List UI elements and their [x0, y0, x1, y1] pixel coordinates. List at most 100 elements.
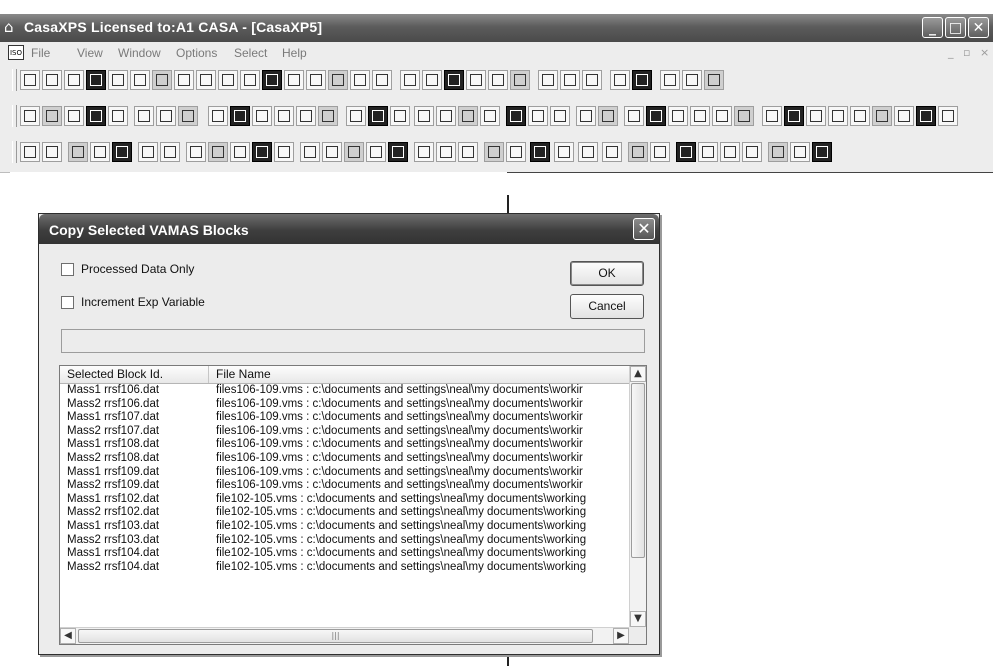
- list-item[interactable]: Mass2 rrsf102.dat file102-105.vms : c:\do…: [60, 506, 630, 520]
- column-header-file-name[interactable]: File Name: [209, 366, 630, 383]
- toolbar-button-icon[interactable]: [768, 142, 788, 162]
- list-item[interactable]: Mass2 rrsf108.dat files106-109.vms : c:\d…: [60, 452, 630, 466]
- dialog-close-button[interactable]: ✕: [633, 218, 655, 240]
- horizontal-scroll-thumb[interactable]: |||: [78, 629, 593, 643]
- toolbar-button-icon[interactable]: [90, 142, 110, 162]
- open-folder-icon[interactable]: [64, 70, 84, 90]
- toolbar-button-icon[interactable]: [530, 142, 550, 162]
- toolbar-button-icon[interactable]: [602, 142, 622, 162]
- toolbar-icon[interactable]: [444, 70, 464, 90]
- toolbar-button-icon[interactable]: [698, 142, 718, 162]
- toolbar-button-icon[interactable]: [42, 142, 62, 162]
- toolbar-button-icon[interactable]: [68, 142, 88, 162]
- cancel-button[interactable]: Cancel: [570, 294, 644, 319]
- open-folder-icon[interactable]: [42, 70, 62, 90]
- toolbar-button-icon[interactable]: [156, 106, 176, 126]
- list-item[interactable]: Mass2 rrsf109.dat files106-109.vms : c:\d…: [60, 479, 630, 493]
- toolbar-icon[interactable]: [582, 70, 602, 90]
- toolbar-button-icon[interactable]: [296, 106, 316, 126]
- toolbar-button-icon[interactable]: [252, 142, 272, 162]
- toolbar-button-icon[interactable]: [506, 106, 526, 126]
- toolbar-button-icon[interactable]: [742, 142, 762, 162]
- toolbar-button-icon[interactable]: [390, 106, 410, 126]
- toolbar-button-icon[interactable]: [650, 142, 670, 162]
- toolbar-button-icon[interactable]: [42, 106, 62, 126]
- list-item[interactable]: Mass1 rrsf108.dat files106-109.vms : c:\d…: [60, 438, 630, 452]
- toolbar-icon[interactable]: [240, 70, 260, 90]
- menu-select[interactable]: Select: [234, 46, 267, 60]
- toolbar-button-icon[interactable]: [178, 106, 198, 126]
- paste-icon[interactable]: [196, 70, 216, 90]
- toolbar-button-icon[interactable]: [598, 106, 618, 126]
- toolbar-grip[interactable]: [12, 105, 17, 127]
- toolbar-button-icon[interactable]: [646, 106, 666, 126]
- toolbar-button-icon[interactable]: [668, 106, 688, 126]
- dialog-title-bar[interactable]: Copy Selected VAMAS Blocks ✕: [39, 214, 659, 244]
- list-item[interactable]: Mass1 rrsf103.dat file102-105.vms : c:\do…: [60, 520, 630, 534]
- toolbar-button-icon[interactable]: [436, 106, 456, 126]
- toolbar-button-icon[interactable]: [578, 142, 598, 162]
- toolbar-button-icon[interactable]: [812, 142, 832, 162]
- new-file-icon[interactable]: [20, 70, 40, 90]
- ok-button[interactable]: OK: [570, 261, 644, 286]
- toolbar-grip[interactable]: [12, 69, 17, 91]
- print-preview-icon[interactable]: [682, 70, 702, 90]
- app-title-bar[interactable]: ⌂ CasaXPS Licensed to:A1 CASA - [CasaXP5…: [0, 14, 993, 42]
- horizontal-scrollbar[interactable]: ◀ ||| ▶: [60, 627, 630, 644]
- copy-icon[interactable]: [130, 70, 150, 90]
- toolbar-button-icon[interactable]: [506, 142, 526, 162]
- toolbar-button-icon[interactable]: [208, 106, 228, 126]
- toolbar-button-icon[interactable]: [86, 106, 106, 126]
- list-item[interactable]: Mass1 rrsf107.dat files106-109.vms : c:\d…: [60, 411, 630, 425]
- increment-exp-variable-checkbox[interactable]: [61, 296, 74, 309]
- column-header-block-id[interactable]: Selected Block Id.: [60, 366, 209, 383]
- toolbar-button-icon[interactable]: [784, 106, 804, 126]
- pen-icon[interactable]: [488, 70, 508, 90]
- minimize-button[interactable]: _: [922, 17, 943, 38]
- toolbar-button-icon[interactable]: [528, 106, 548, 126]
- toolbar-button-icon[interactable]: [436, 142, 456, 162]
- toolbar-button-icon[interactable]: [108, 106, 128, 126]
- copy-icon[interactable]: [174, 70, 194, 90]
- toolbar-grip[interactable]: [12, 141, 17, 163]
- toolbar-button-icon[interactable]: [916, 106, 936, 126]
- toolbar-button-icon[interactable]: [480, 106, 500, 126]
- toolbar-icon[interactable]: [262, 70, 282, 90]
- list-item[interactable]: Mass2 rrsf103.dat file102-105.vms : c:\do…: [60, 534, 630, 548]
- toolbar-button-icon[interactable]: [458, 106, 478, 126]
- toolbar-button-icon[interactable]: [64, 106, 84, 126]
- toolbar-button-icon[interactable]: [20, 106, 40, 126]
- toolbar-icon[interactable]: [218, 70, 238, 90]
- toolbar-button-icon[interactable]: [676, 142, 696, 162]
- blocks-list-view[interactable]: Selected Block Id. File Name Mass1 rrsf1…: [59, 365, 647, 645]
- menu-window[interactable]: Window: [118, 46, 161, 60]
- list-item[interactable]: Mass1 rrsf102.dat file102-105.vms : c:\do…: [60, 493, 630, 507]
- list-item[interactable]: Mass1 rrsf109.dat files106-109.vms : c:\d…: [60, 466, 630, 480]
- toolbar-button-icon[interactable]: [346, 106, 366, 126]
- toolbar-button-icon[interactable]: [624, 106, 644, 126]
- toolbar-button-icon[interactable]: [368, 106, 388, 126]
- toolbar-button-icon[interactable]: [414, 142, 434, 162]
- mdi-restore-button[interactable]: ▫: [963, 46, 970, 59]
- menu-view[interactable]: View: [77, 46, 103, 60]
- maximize-button[interactable]: □: [945, 17, 966, 38]
- mdi-minimize-button[interactable]: _: [948, 46, 954, 59]
- toolbar-button-icon[interactable]: [388, 142, 408, 162]
- toolbar-icon[interactable]: [560, 70, 580, 90]
- toolbar-button-icon[interactable]: [230, 106, 250, 126]
- toolbar-icon[interactable]: [328, 70, 348, 90]
- toolbar-button-icon[interactable]: [872, 106, 892, 126]
- toolbar-button-icon[interactable]: [134, 106, 154, 126]
- toolbar-button-icon[interactable]: [484, 142, 504, 162]
- toolbar-button-icon[interactable]: [806, 106, 826, 126]
- toolbar-button-icon[interactable]: [274, 106, 294, 126]
- toolbar-button-icon[interactable]: [894, 106, 914, 126]
- toolbar-button-icon[interactable]: [850, 106, 870, 126]
- toolbar-button-icon[interactable]: [712, 106, 732, 126]
- toolbar-button-icon[interactable]: [252, 106, 272, 126]
- toolbar-button-icon[interactable]: [790, 142, 810, 162]
- toolbar-button-icon[interactable]: [828, 106, 848, 126]
- toolbar-button-icon[interactable]: [366, 142, 386, 162]
- toolbar-button-icon[interactable]: [938, 106, 958, 126]
- iso-icon[interactable]: [350, 70, 370, 90]
